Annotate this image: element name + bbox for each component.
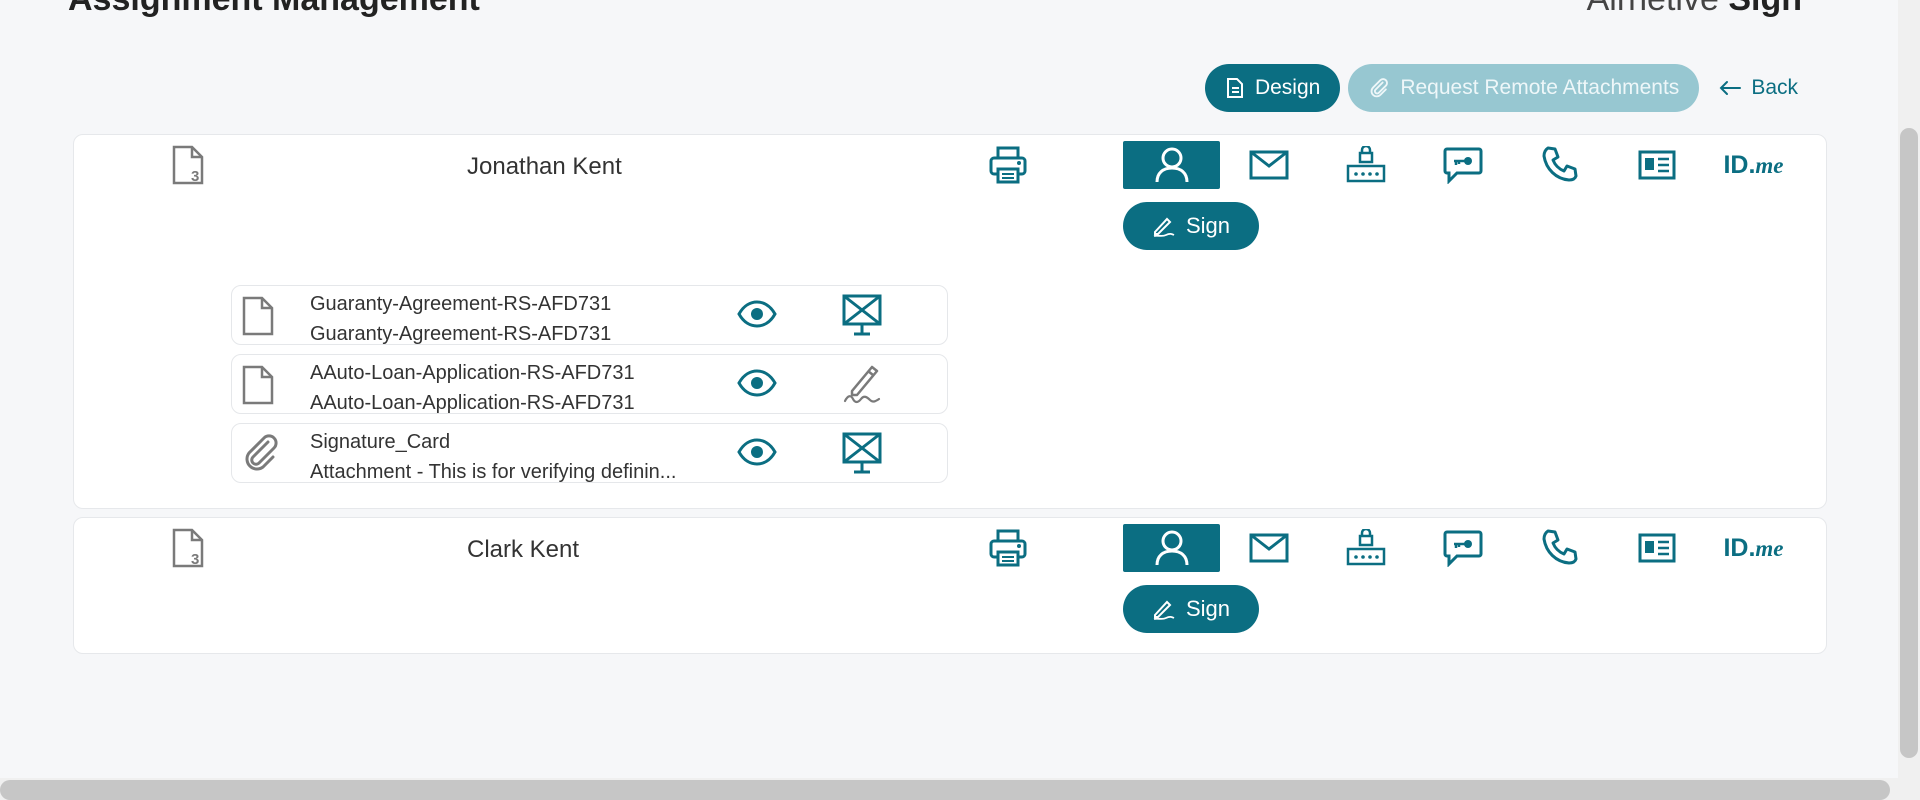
message-key-icon	[1443, 147, 1482, 184]
svg-text:3: 3	[191, 551, 199, 568]
password-method[interactable]	[1317, 524, 1414, 572]
phone-icon	[1542, 146, 1577, 182]
vertical-scrollbar[interactable]	[1898, 0, 1920, 800]
auth-methods: ID.me	[1123, 141, 1802, 189]
pen-icon	[1153, 217, 1175, 237]
signature-icon[interactable]	[842, 363, 882, 410]
document-name: AAuto-Loan-Application-RS-AFD731	[310, 362, 635, 384]
sms-key-method[interactable]	[1414, 524, 1511, 572]
page-title: Assignment Management	[68, 0, 480, 19]
file-icon	[242, 365, 276, 410]
brand-logo: Airnetive Sign	[1587, 0, 1802, 19]
phone-icon	[1542, 529, 1577, 565]
document-count-icon: 3	[172, 528, 206, 573]
printer-icon[interactable]	[988, 528, 1028, 573]
arrow-left-icon	[1719, 81, 1742, 95]
in-person-method[interactable]	[1123, 524, 1220, 572]
pen-icon	[1153, 600, 1175, 620]
in-person-method[interactable]	[1123, 141, 1220, 189]
document-description: AAuto-Loan-Application-RS-AFD731	[310, 392, 635, 414]
sign-button[interactable]: Sign	[1123, 202, 1259, 250]
signer-card: 3 Jonathan Kent ID.me Sign Guaranty-Agre…	[73, 134, 1827, 509]
idme-method[interactable]: ID.me	[1705, 141, 1802, 189]
signer-card: 3 Clark Kent ID.me Sign	[73, 517, 1827, 654]
idme-logo: ID.me	[1723, 533, 1784, 562]
eye-icon[interactable]	[737, 300, 777, 333]
document-name: Guaranty-Agreement-RS-AFD731	[310, 293, 612, 315]
signer-name: Jonathan Kent	[467, 153, 622, 180]
document-text: Signature_Card Attachment - This is for …	[310, 427, 730, 487]
id-card-icon	[1638, 150, 1675, 180]
svg-text:3: 3	[191, 168, 199, 185]
envelope-icon	[1249, 533, 1288, 563]
eye-icon[interactable]	[737, 438, 777, 471]
email-method[interactable]	[1220, 524, 1317, 572]
document-description: Guaranty-Agreement-RS-AFD731	[310, 323, 612, 345]
lock-password-icon	[1346, 529, 1385, 566]
phone-method[interactable]	[1511, 524, 1608, 572]
vertical-scrollbar-thumb[interactable]	[1900, 128, 1918, 758]
lock-password-icon	[1346, 146, 1385, 183]
back-label: Back	[1751, 76, 1798, 99]
document-list: Guaranty-Agreement-RS-AFD731 Guaranty-Ag…	[231, 285, 948, 492]
signer-name: Clark Kent	[467, 536, 580, 563]
toolbar: Design Request Remote Attachments Back	[1204, 64, 1810, 112]
in-person-x-icon[interactable]	[842, 294, 882, 341]
file-icon	[242, 296, 276, 341]
idme-method[interactable]: ID.me	[1705, 524, 1802, 572]
request-remote-attachments-label: Request Remote Attachments	[1400, 76, 1680, 99]
user-icon	[1155, 147, 1188, 183]
document-text: Guaranty-Agreement-RS-AFD731 Guaranty-Ag…	[310, 289, 730, 349]
document-list-icon	[1226, 78, 1243, 98]
user-icon	[1155, 530, 1188, 566]
password-method[interactable]	[1317, 141, 1414, 189]
design-button-label: Design	[1254, 76, 1321, 99]
sms-key-method[interactable]	[1414, 141, 1511, 189]
printer-icon[interactable]	[988, 145, 1028, 190]
back-link[interactable]: Back	[1707, 76, 1810, 100]
paperclip-icon	[1370, 78, 1389, 98]
phone-method[interactable]	[1511, 141, 1608, 189]
list-item: AAuto-Loan-Application-RS-AFD731 AAuto-L…	[231, 354, 948, 414]
eye-icon[interactable]	[737, 369, 777, 402]
sign-button-label: Sign	[1185, 213, 1231, 238]
horizontal-scrollbar[interactable]	[0, 778, 1898, 800]
horizontal-scrollbar-thumb[interactable]	[0, 780, 1890, 800]
in-person-x-icon[interactable]	[842, 432, 882, 479]
email-method[interactable]	[1220, 141, 1317, 189]
document-description: Attachment - This is for verifying defin…	[310, 461, 677, 483]
auth-methods: ID.me	[1123, 524, 1802, 572]
id-card-icon	[1638, 533, 1675, 563]
document-name: Signature_Card	[310, 431, 451, 453]
document-text: AAuto-Loan-Application-RS-AFD731 AAuto-L…	[310, 358, 730, 418]
message-key-icon	[1443, 530, 1482, 567]
document-count-icon: 3	[172, 145, 206, 190]
request-remote-attachments-button[interactable]: Request Remote Attachments	[1348, 64, 1700, 112]
sign-button-label: Sign	[1185, 596, 1231, 621]
list-item: Guaranty-Agreement-RS-AFD731 Guaranty-Ag…	[231, 285, 948, 345]
idme-logo: ID.me	[1723, 150, 1784, 179]
id-card-method[interactable]	[1608, 141, 1705, 189]
list-item: Signature_Card Attachment - This is for …	[231, 423, 948, 483]
id-card-method[interactable]	[1608, 524, 1705, 572]
envelope-icon	[1249, 150, 1288, 180]
sign-button[interactable]: Sign	[1123, 585, 1259, 633]
design-button[interactable]: Design	[1204, 64, 1341, 112]
paperclip-icon	[242, 434, 280, 479]
